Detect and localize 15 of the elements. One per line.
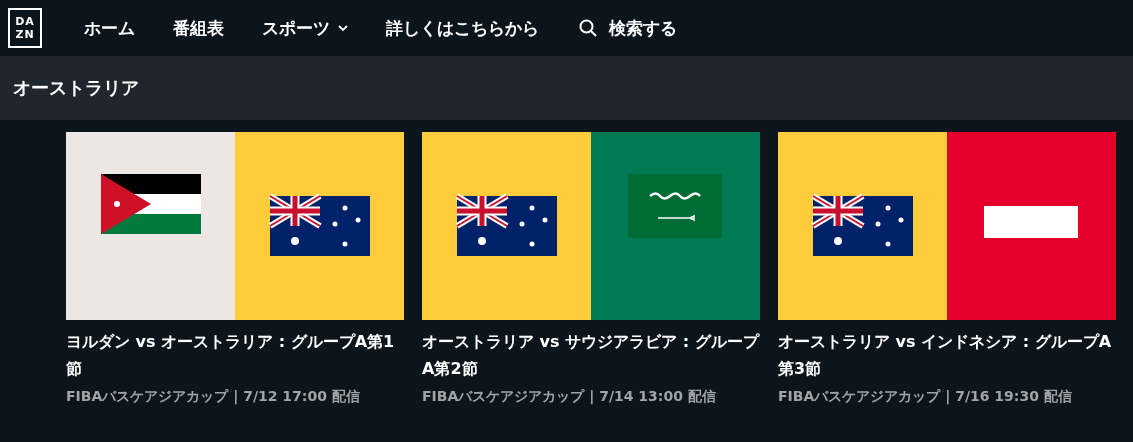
section-title: オーストラリア <box>13 76 139 100</box>
card-meta: FIBAバスケアジアカップ | 7/16 19:30 配信 <box>778 388 1073 406</box>
nav-link[interactable]: 詳しくはこちらから <box>386 16 539 40</box>
card-title[interactable]: ヨルダン vs オーストラリア : グループA第1節 <box>66 328 404 382</box>
search-icon <box>579 19 597 37</box>
card-meta: FIBAバスケアジアカップ | 7/14 13:00 配信 <box>422 388 717 406</box>
nav-dropdown[interactable]: スポーツ <box>262 16 348 40</box>
card-title[interactable]: オーストラリア vs サウジアラビア : グループA第2節 <box>422 328 760 382</box>
card-meta: FIBAバスケアジアカップ | 7/12 17:00 配信 <box>66 388 361 406</box>
nav-link[interactable]: ホーム <box>84 16 135 40</box>
logo[interactable]: DA ZN <box>8 8 42 48</box>
card-title[interactable]: オーストラリア vs インドネシア : グループA第3節 <box>778 328 1116 382</box>
chevron-down-icon <box>338 24 348 32</box>
search-link[interactable]: 検索する <box>579 16 677 40</box>
nav-link[interactable]: 番組表 <box>173 16 224 40</box>
